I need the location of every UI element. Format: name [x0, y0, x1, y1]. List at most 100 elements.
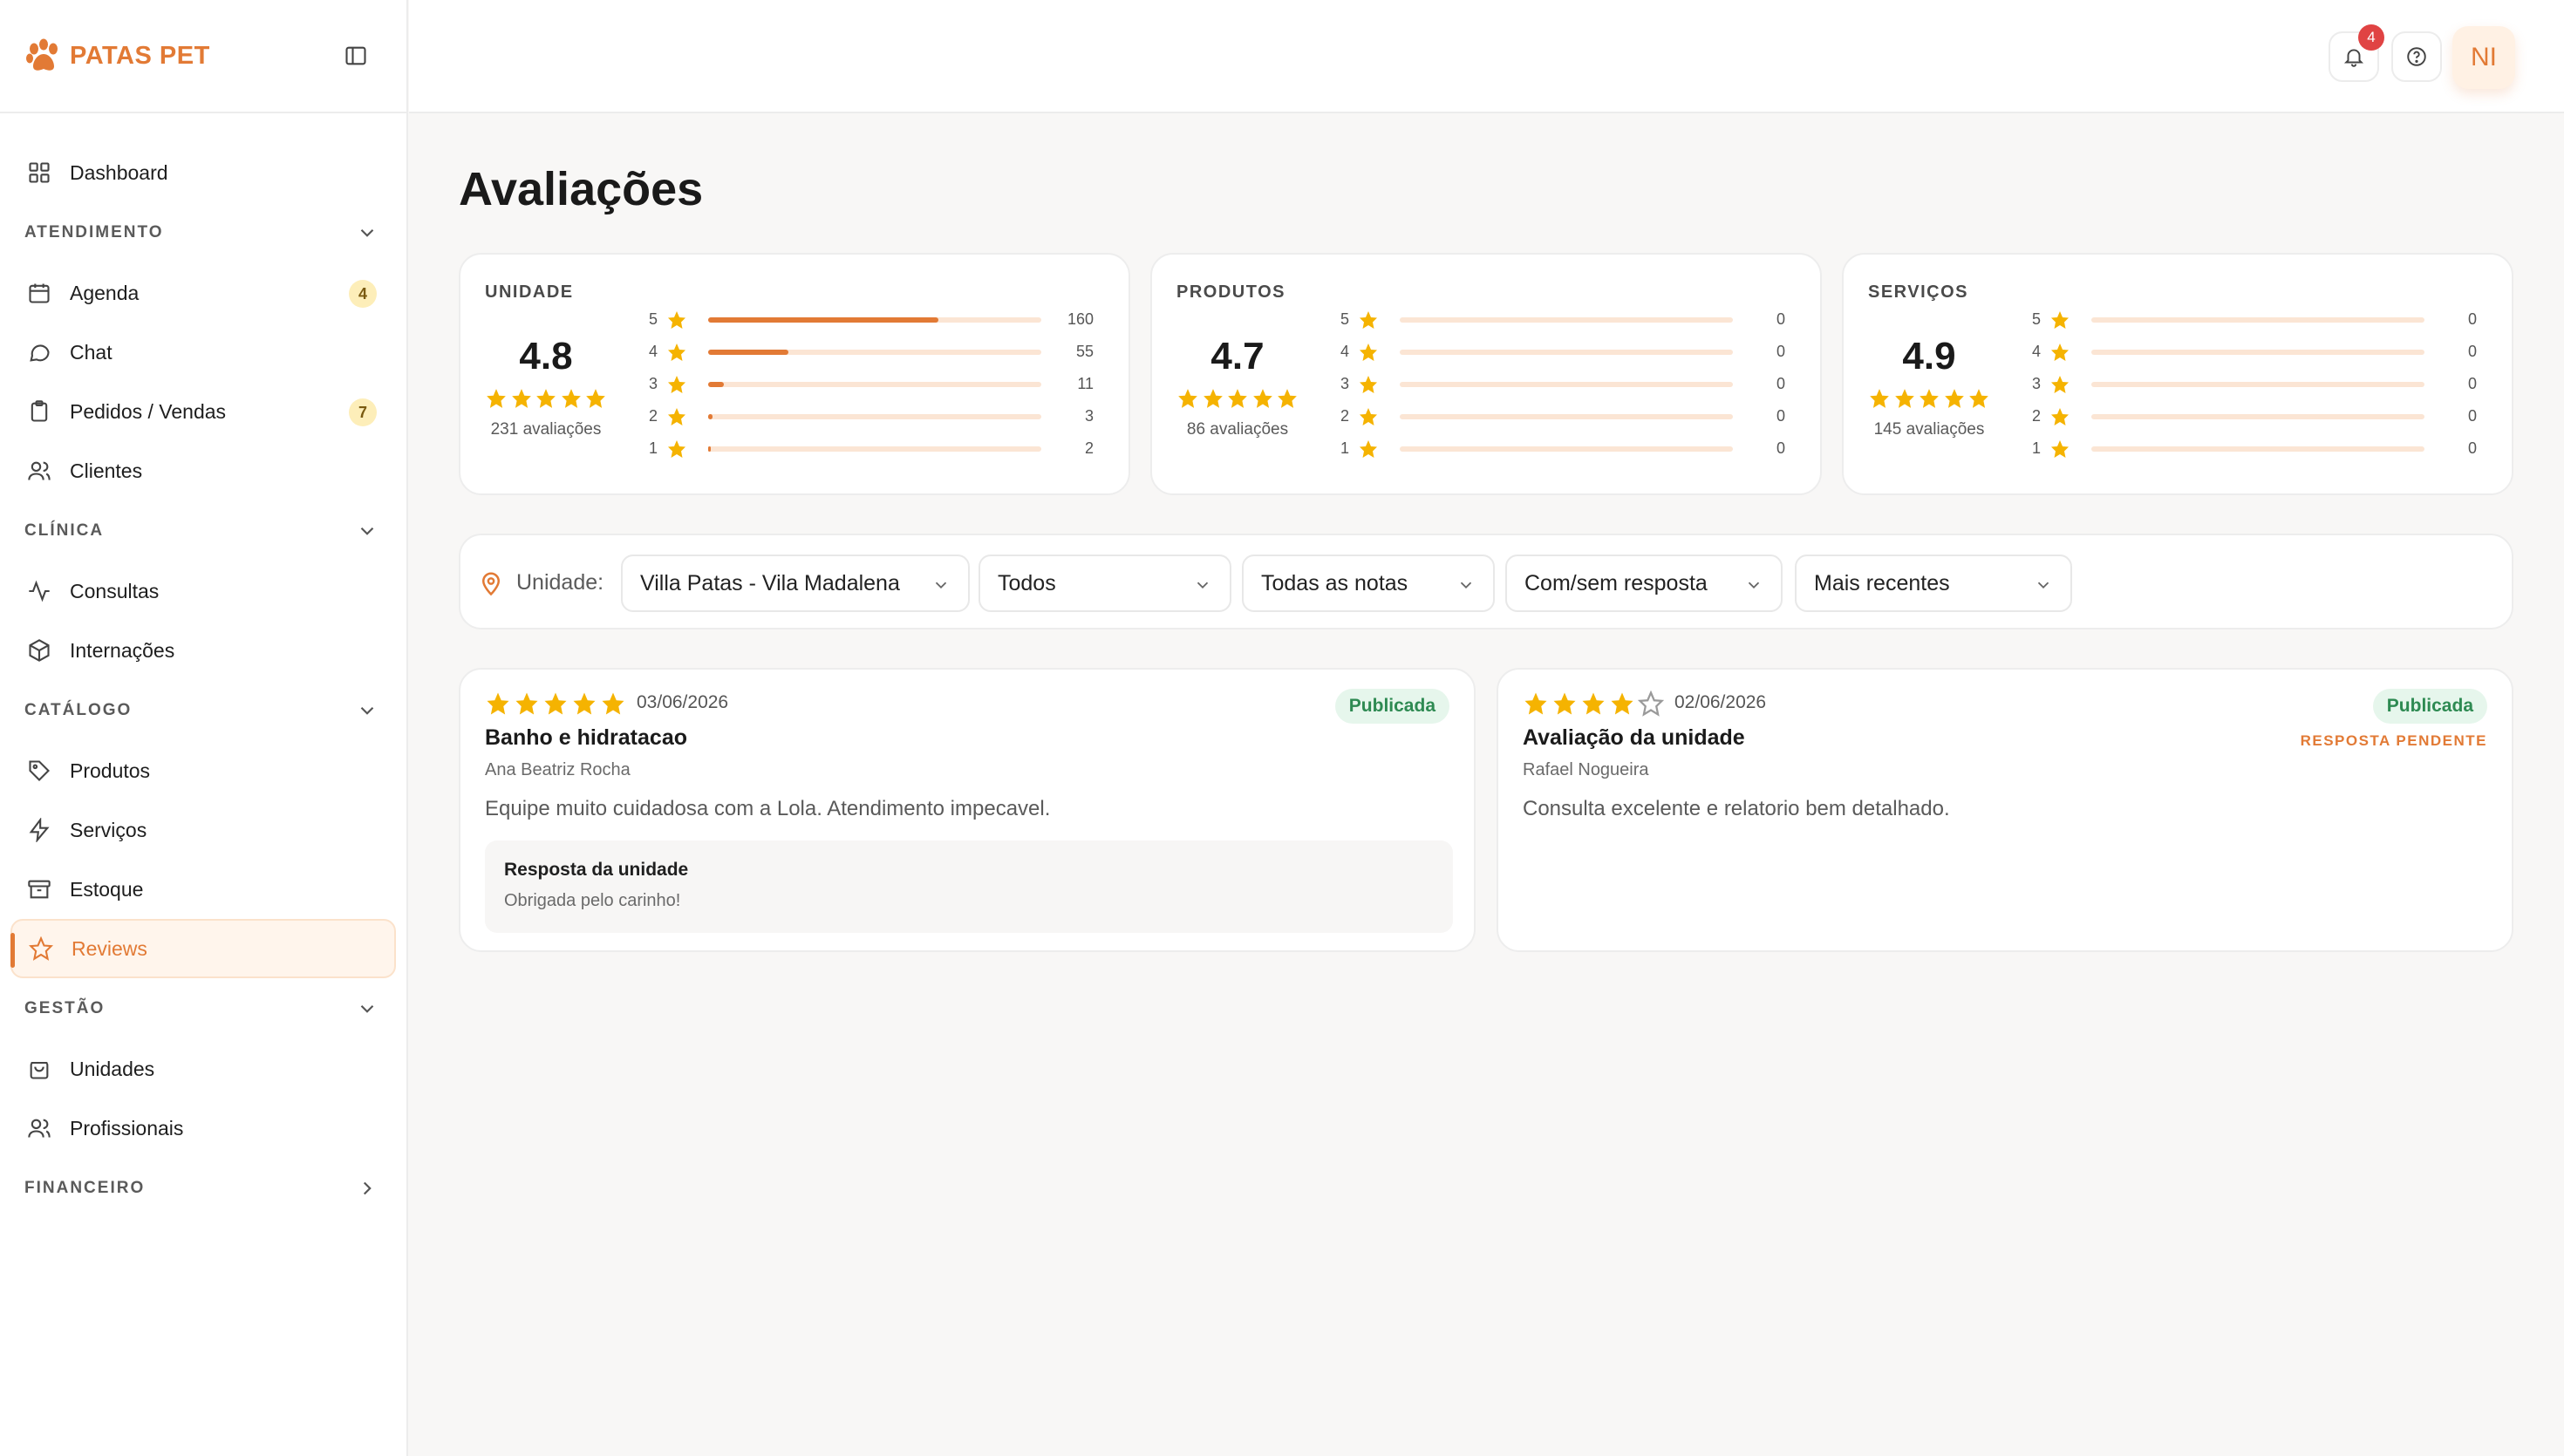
review-card[interactable]: 03/06/2026 Publicada Banho e hidratacao … — [459, 668, 1476, 952]
distribution-row: 30 — [1323, 368, 1801, 400]
sidebar-item-label: Consultas — [70, 579, 160, 602]
sidebar-item-pedidos[interactable]: Pedidos / Vendas 7 — [10, 382, 396, 441]
star-filled-icon — [1252, 389, 1272, 408]
section-catalogo[interactable]: CATÁLOGO — [0, 680, 406, 741]
distribution-count: 11 — [1077, 375, 1094, 392]
distribution-bar — [2091, 317, 2424, 323]
star-level: 3 — [1340, 375, 1349, 392]
distribution-bar — [1400, 414, 1733, 419]
star-filled-icon — [1360, 375, 1377, 393]
distribution-bar — [2091, 350, 2424, 355]
rating-card-unidade: UNIDADE 4.8 231 avaliações 5 160 4 55 3 11 2 3 1… — [459, 253, 1130, 495]
star-filled-icon — [2051, 343, 2069, 361]
users-icon — [26, 1115, 52, 1141]
sidebar-item-chat[interactable]: Chat — [10, 323, 396, 382]
review-count: 231 avaliações — [490, 420, 602, 439]
distribution-bar — [2091, 414, 2424, 419]
chevron-down-icon — [1748, 582, 1760, 589]
reply-text: Obrigada pelo carinho! — [504, 891, 681, 910]
star-filled-icon — [1360, 310, 1377, 329]
box-icon — [26, 637, 52, 663]
distribution-row: 10 — [1323, 432, 1801, 465]
sidebar-item-label: Reviews — [72, 936, 147, 960]
distribution-bar-fill — [708, 446, 712, 452]
section-gestao[interactable]: GESTÃO — [0, 978, 406, 1039]
chevron-right-icon — [363, 1181, 372, 1195]
sidebar-toggle-icon[interactable] — [344, 44, 368, 68]
sidebar-item-internacoes[interactable]: Internações — [10, 621, 396, 680]
sidebar-item-agenda[interactable]: Agenda 4 — [10, 263, 396, 323]
sidebar-item-estoque[interactable]: Estoque — [10, 860, 396, 919]
bell-icon — [2343, 49, 2364, 67]
sidebar-item-produtos[interactable]: Produtos — [10, 741, 396, 800]
star-filled-icon — [1582, 692, 1605, 715]
star-filled-icon — [668, 310, 685, 329]
review-author: Rafael Nogueira — [1523, 760, 1649, 779]
sidebar-item-servicos[interactable]: Serviços — [10, 800, 396, 860]
section-clinica[interactable]: CLÍNICA — [0, 500, 406, 561]
reply-title: Resposta da unidade — [504, 860, 689, 880]
activity-icon — [26, 578, 52, 604]
review-card[interactable]: 02/06/2026 Publicada RESPOSTA PENDENTE A… — [1497, 668, 2513, 952]
distribution-bar-fill — [708, 414, 713, 419]
section-title: CLÍNICA — [24, 521, 105, 540]
rating-select[interactable]: Todas as notas — [1242, 555, 1495, 612]
sidebar-nav: Dashboard ATENDIMENTO Agenda 4 Chat Pedi… — [0, 113, 406, 1219]
star-level: 2 — [1340, 407, 1349, 425]
distribution-row: 20 — [1323, 400, 1801, 432]
star-level: 1 — [648, 439, 658, 457]
star-filled-icon — [2051, 310, 2069, 329]
chevron-down-icon — [1197, 582, 1209, 589]
select-value: Mais recentes — [1814, 570, 1950, 595]
user-avatar[interactable]: NI — [2452, 26, 2515, 89]
distribution-count: 0 — [1776, 310, 1785, 328]
users-icon — [26, 458, 52, 484]
sidebar-item-unidades[interactable]: Unidades — [10, 1039, 396, 1099]
section-title: CATÁLOGO — [24, 701, 133, 719]
star-level: 1 — [2031, 439, 2041, 457]
distribution-count: 3 — [1084, 407, 1094, 425]
chevron-down-icon — [360, 706, 374, 715]
notification-badge: 4 — [2358, 24, 2384, 51]
sidebar-item-reviews[interactable]: Reviews — [10, 919, 396, 978]
distribution-row: 40 — [1323, 336, 1801, 368]
shopping-bag-icon — [26, 1056, 52, 1082]
sidebar-item-label: Pedidos / Vendas — [70, 399, 227, 423]
star-filled-icon — [586, 389, 605, 408]
sidebar-item-dashboard[interactable]: Dashboard — [10, 143, 396, 202]
star-level: 5 — [648, 310, 658, 328]
type-select[interactable]: Todos — [979, 555, 1231, 612]
section-financeiro[interactable]: FINANCEIRO — [0, 1158, 406, 1219]
section-title: ATENDIMENTO — [24, 223, 164, 242]
average-stars — [1176, 387, 1299, 410]
star-filled-icon — [561, 389, 581, 408]
unit-select[interactable]: Villa Patas - Vila Madalena — [621, 555, 970, 612]
chevron-down-icon — [360, 1004, 374, 1013]
help-circle-icon — [2407, 47, 2426, 66]
star-level: 5 — [2031, 310, 2041, 328]
distribution-row: 50 — [2015, 303, 2492, 336]
select-value: Com/sem resposta — [1524, 570, 1708, 595]
star-level: 3 — [2031, 375, 2041, 392]
sidebar-item-profissionais[interactable]: Profissionais — [10, 1099, 396, 1158]
review-stars — [1523, 691, 1667, 717]
star-filled-icon — [1360, 439, 1377, 458]
count-badge: 4 — [349, 280, 377, 308]
section-atendimento[interactable]: ATENDIMENTO — [0, 202, 406, 263]
review-text: Consulta excelente e relatorio bem detal… — [1523, 797, 1950, 820]
chevron-down-icon — [360, 527, 374, 535]
distribution-bar — [708, 350, 1041, 355]
help-button[interactable] — [2391, 31, 2442, 82]
chevron-down-icon — [935, 582, 947, 589]
average-stars — [485, 387, 607, 410]
sidebar-item-clientes[interactable]: Clientes — [10, 441, 396, 500]
notifications-button[interactable]: 4 — [2329, 24, 2384, 82]
distribution-count: 0 — [1776, 439, 1785, 457]
archive-icon — [26, 876, 52, 902]
distribution-bar — [2091, 446, 2424, 452]
distribution-bar — [708, 414, 1041, 419]
sort-select[interactable]: Mais recentes — [1795, 555, 2072, 612]
star-filled-icon — [1870, 389, 1889, 408]
sidebar-item-consultas[interactable]: Consultas — [10, 561, 396, 621]
response-select[interactable]: Com/sem resposta — [1505, 555, 1783, 612]
